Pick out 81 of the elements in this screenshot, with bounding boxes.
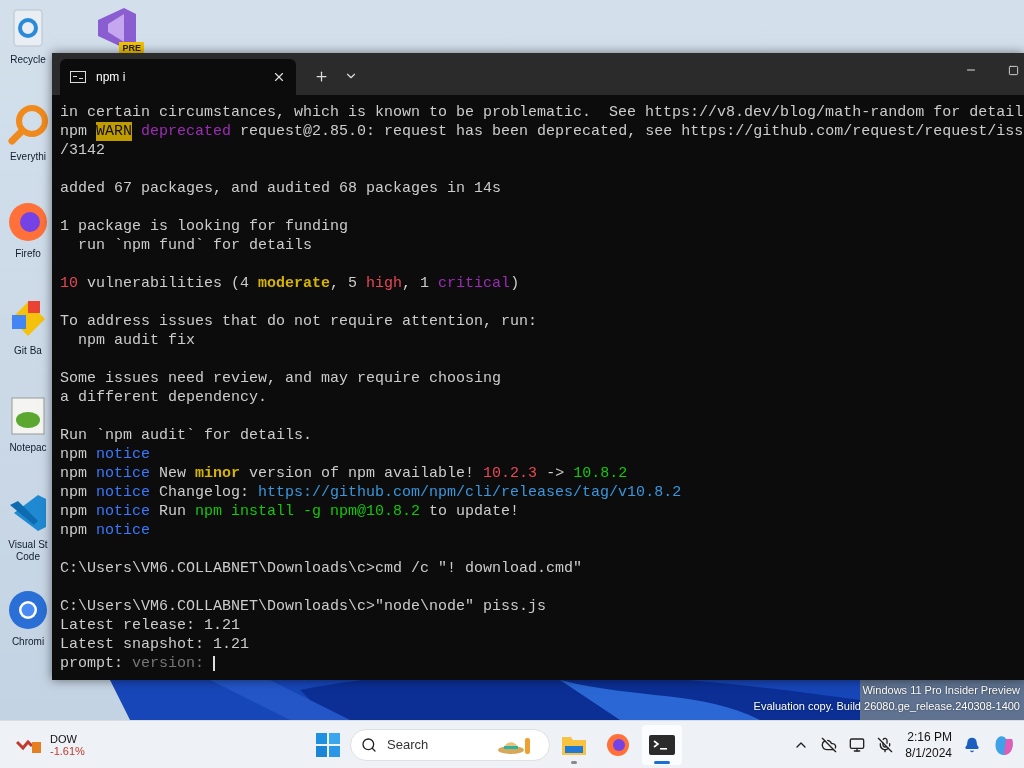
desktop-icon-label[interactable]: Git Ba bbox=[14, 345, 42, 357]
desktop-icon-label[interactable]: Visual St Code bbox=[8, 539, 48, 563]
terminal-text: npm bbox=[60, 464, 88, 483]
terminal-text: /3142 bbox=[60, 141, 105, 160]
terminal-text: , 5 bbox=[330, 274, 359, 293]
terminal-text: https://github.com/npm/cli/releases/tag/v10.8.2 bbox=[258, 483, 682, 502]
terminal-text: deprecated bbox=[140, 122, 232, 141]
terminal-text: added 67 packages, and audited 68 packages in 14s bbox=[60, 179, 502, 198]
terminal-text: notice bbox=[96, 483, 151, 502]
terminal-text: WARN bbox=[96, 122, 133, 141]
terminal-text: notice bbox=[96, 445, 151, 464]
search-box[interactable]: Search bbox=[350, 728, 550, 761]
terminal-text: 1 package is looking for funding bbox=[60, 217, 349, 236]
terminal-text: moderate bbox=[258, 274, 331, 293]
terminal-text: request@2.85.0: request has been deprecated, see https://github.com/request/request/iss bbox=[239, 122, 1024, 141]
terminal-text: npm bbox=[60, 521, 88, 540]
terminal-text: critical bbox=[438, 274, 511, 293]
terminal-text: npm bbox=[60, 122, 88, 141]
desktop-icon-label[interactable]: Notepac bbox=[9, 442, 47, 454]
firefox-icon bbox=[6, 200, 50, 244]
terminal-icon bbox=[649, 734, 675, 755]
terminal-text: notice bbox=[96, 464, 151, 483]
terminal-text: npm install -g npm@10.8.2 bbox=[195, 502, 421, 521]
preview-badge: PRE bbox=[119, 42, 144, 54]
search-icon bbox=[361, 736, 377, 753]
new-tab-icon[interactable] bbox=[313, 68, 329, 84]
terminal-text: Changelog: bbox=[158, 483, 251, 502]
terminal-text: , 1 bbox=[402, 274, 431, 293]
terminal-text: notice bbox=[96, 521, 151, 540]
magnifier-icon bbox=[6, 103, 50, 147]
terminal-text: version of npm available! bbox=[248, 464, 476, 483]
firefox-icon bbox=[606, 732, 630, 757]
close-tab-icon[interactable] bbox=[272, 70, 286, 84]
terminal-text: C:\Users\VM6.COLLABNET\Downloads\c>cmd /c "! download.cmd" bbox=[60, 559, 583, 578]
desktop-icon-label[interactable]: Recycle bbox=[10, 54, 46, 66]
terminal-text: vulnerabilities (4 bbox=[86, 274, 251, 293]
terminal-text: prompt: bbox=[60, 654, 124, 673]
desktop-icon-label[interactable]: Firefo bbox=[15, 248, 41, 260]
start-icon[interactable] bbox=[316, 732, 340, 757]
terminal-text: npm audit fix bbox=[77, 331, 196, 350]
clock[interactable]: 2:16 PM 8/1/2024 bbox=[905, 728, 952, 761]
command-prompt-icon bbox=[70, 71, 86, 83]
terminal-text: Some issues need review, and may require choosing bbox=[60, 369, 502, 388]
terminal-text: 10.8.2 bbox=[573, 464, 628, 483]
terminal-text: in certain circumstances, which is known to be problematic. See https://v8.dev/blog/math-random for detail bbox=[60, 103, 1024, 122]
cloud-off-icon[interactable] bbox=[821, 736, 838, 753]
text-cursor bbox=[213, 656, 216, 671]
terminal-text: version: bbox=[132, 654, 205, 673]
desktop-icon-label[interactable]: Everythi bbox=[9, 151, 47, 163]
terminal-text: a different dependency. bbox=[60, 388, 268, 407]
terminal-text: to update! bbox=[428, 502, 520, 521]
terminal-text: New bbox=[158, 464, 188, 483]
terminal-text: C:\Users\VM6.COLLABNET\Downloads\c>"node\node" piss.js bbox=[60, 597, 547, 616]
terminal-text: -> bbox=[545, 464, 566, 483]
bell-icon[interactable] bbox=[964, 736, 980, 753]
terminal-text: npm bbox=[60, 483, 88, 502]
terminal-tab[interactable]: npm i bbox=[60, 59, 296, 95]
terminal-text: Run `npm audit` for details. bbox=[60, 426, 313, 445]
terminal-text: Run bbox=[158, 502, 188, 521]
maximize-icon[interactable] bbox=[1007, 64, 1019, 76]
terminal-text: high bbox=[366, 274, 403, 293]
edition-text: Windows 11 Pro Insider Preview bbox=[862, 683, 1020, 698]
desktop-icon-label[interactable]: Chromi bbox=[11, 636, 45, 648]
microphone-off-icon[interactable] bbox=[877, 736, 894, 753]
terminal-text: Latest release: 1.21 bbox=[60, 616, 241, 635]
terminal-text: 10.2.3 bbox=[483, 464, 538, 483]
terminal-text: npm bbox=[60, 502, 88, 521]
terminal-text: ) bbox=[510, 274, 520, 293]
chromium-icon bbox=[6, 588, 50, 632]
build-text: Evaluation copy. Build 26080.ge_release.240308-1400 bbox=[753, 699, 1020, 714]
terminal-text: notice bbox=[96, 502, 151, 521]
terminal-text: run `npm fund` for details bbox=[77, 236, 313, 255]
search-field[interactable]: Search bbox=[385, 736, 489, 753]
terminal-text: To address issues that do not require attention, run: bbox=[60, 312, 538, 331]
widget-title[interactable]: DOW bbox=[50, 732, 85, 745]
terminal-text: Latest snapshot: 1.21 bbox=[60, 635, 250, 654]
terminal-text: npm bbox=[60, 445, 88, 464]
terminal-text: 10 bbox=[60, 274, 78, 293]
widget-value: -1.61% bbox=[50, 744, 85, 757]
taskbar-app-button[interactable] bbox=[642, 724, 682, 765]
terminal-text: minor bbox=[195, 464, 241, 483]
